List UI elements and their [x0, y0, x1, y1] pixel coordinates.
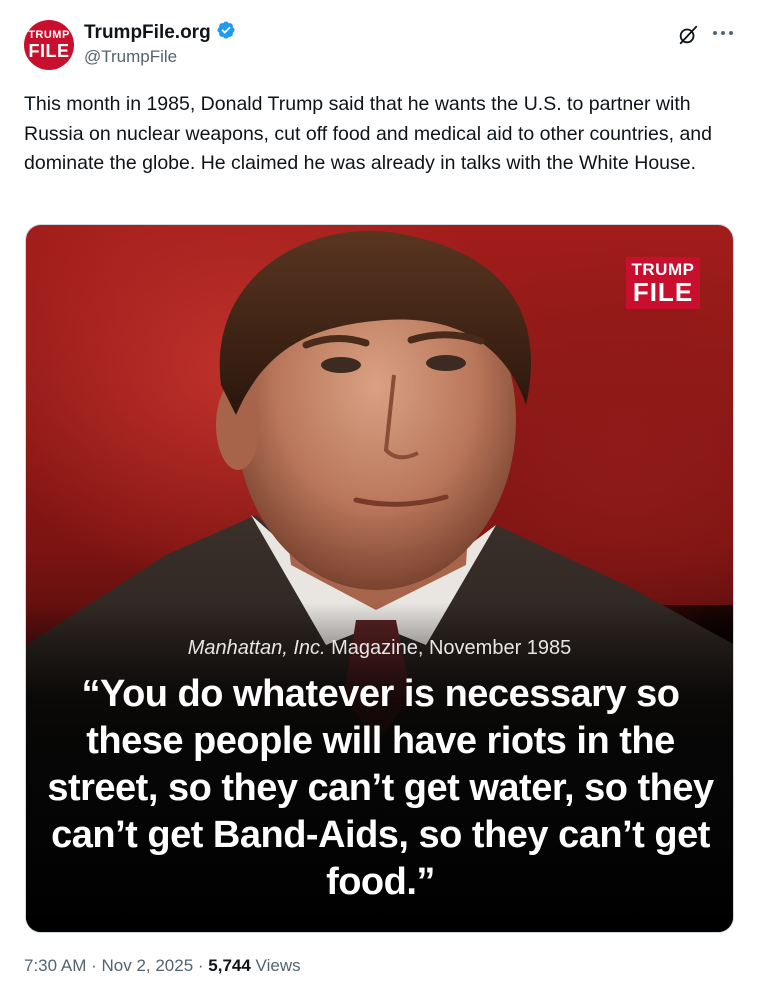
- meta-separator: ·: [193, 956, 209, 975]
- quote-source: Manhattan, Inc. Magazine, November 1985: [26, 637, 733, 660]
- quote-source-detail: Magazine, November 1985: [325, 637, 572, 659]
- trump-file-logo: TRUMP FILE: [626, 257, 700, 309]
- tweet-meta: 7:30 AM · Nov 2, 2025 · 5,744 Views: [24, 956, 301, 976]
- quote-source-magazine: Manhattan, Inc.: [187, 637, 326, 659]
- verified-badge-icon: [216, 20, 236, 45]
- tweet-date[interactable]: Nov 2, 2025: [101, 956, 193, 975]
- tweet-media[interactable]: TRUMP FILE Manhattan, Inc. Magazine, Nov…: [25, 224, 734, 933]
- avatar-text-line1: TRUMP: [28, 29, 70, 41]
- avatar[interactable]: TRUMP FILE: [24, 20, 74, 70]
- views-count[interactable]: 5,744: [208, 956, 251, 975]
- avatar-text-line2: FILE: [28, 41, 70, 61]
- logo-text-line2: FILE: [632, 277, 694, 307]
- tweet-text: This month in 1985, Donald Trump said th…: [24, 93, 712, 174]
- author-handle[interactable]: @TrumpFile: [84, 47, 177, 67]
- author-name-row: TrumpFile.org: [84, 20, 236, 45]
- meta-separator: ·: [86, 956, 102, 975]
- quote-text: “You do whatever is necessary so these p…: [47, 673, 714, 903]
- grok-icon[interactable]: [675, 22, 701, 48]
- logo-text-line1: TRUMP: [631, 260, 695, 279]
- views-label[interactable]: Views: [251, 956, 301, 975]
- more-icon[interactable]: [709, 20, 737, 46]
- author-display-name[interactable]: TrumpFile.org: [84, 22, 211, 44]
- tweet-time[interactable]: 7:30 AM: [24, 956, 86, 975]
